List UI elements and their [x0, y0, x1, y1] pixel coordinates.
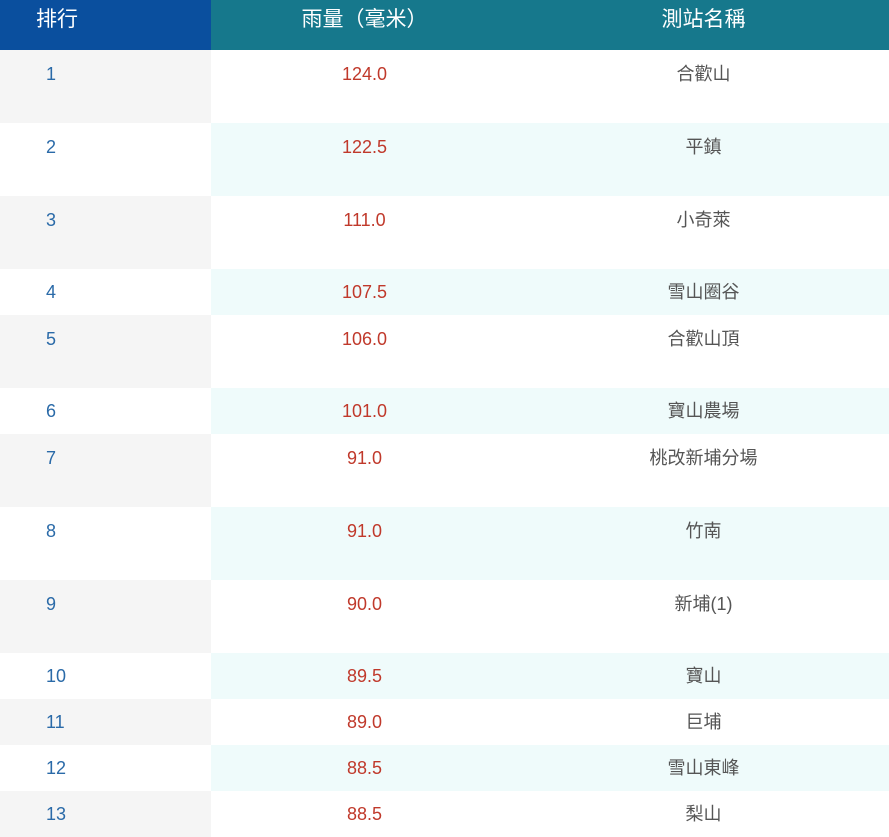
rainfall-cell: 124.0 — [211, 50, 518, 123]
header-station-name[interactable]: 測站名稱 — [518, 0, 889, 50]
station-cell: 合歡山頂 — [518, 315, 889, 388]
station-cell: 雪山圈谷 — [518, 269, 889, 315]
header-rank[interactable]: 排行 — [0, 0, 211, 50]
table-header: 排行 雨量（毫米） 測站名稱 — [0, 0, 889, 50]
table-row: 7 91.0 桃改新埔分場 — [0, 434, 889, 507]
table-row: 3 111.0 小奇萊 — [0, 196, 889, 269]
header-row: 排行 雨量（毫米） 測站名稱 — [0, 0, 889, 50]
header-rainfall[interactable]: 雨量（毫米） — [211, 0, 518, 50]
rainfall-cell: 89.5 — [211, 653, 518, 699]
rank-cell: 9 — [0, 580, 211, 653]
rainfall-cell: 88.5 — [211, 791, 518, 837]
table-row: 10 89.5 寶山 — [0, 653, 889, 699]
table-row: 4 107.5 雪山圈谷 — [0, 269, 889, 315]
rainfall-cell: 88.5 — [211, 745, 518, 791]
rainfall-cell: 91.0 — [211, 507, 518, 580]
station-cell: 平鎮 — [518, 123, 889, 196]
rank-cell: 7 — [0, 434, 211, 507]
rank-cell: 3 — [0, 196, 211, 269]
rank-cell: 11 — [0, 699, 211, 745]
rainfall-cell: 111.0 — [211, 196, 518, 269]
table-body: 1 124.0 合歡山 2 122.5 平鎮 3 111.0 小奇萊 4 107… — [0, 50, 889, 837]
rainfall-cell: 89.0 — [211, 699, 518, 745]
station-cell: 寶山農場 — [518, 388, 889, 434]
station-cell: 小奇萊 — [518, 196, 889, 269]
rainfall-cell: 122.5 — [211, 123, 518, 196]
rank-cell: 8 — [0, 507, 211, 580]
table-row: 1 124.0 合歡山 — [0, 50, 889, 123]
rainfall-cell: 101.0 — [211, 388, 518, 434]
rank-cell: 1 — [0, 50, 211, 123]
station-cell: 桃改新埔分場 — [518, 434, 889, 507]
table-row: 2 122.5 平鎮 — [0, 123, 889, 196]
station-cell: 合歡山 — [518, 50, 889, 123]
rank-cell: 2 — [0, 123, 211, 196]
table-row: 13 88.5 梨山 — [0, 791, 889, 837]
station-cell: 巨埔 — [518, 699, 889, 745]
table-row: 5 106.0 合歡山頂 — [0, 315, 889, 388]
table-row: 9 90.0 新埔(1) — [0, 580, 889, 653]
station-cell: 竹南 — [518, 507, 889, 580]
rank-cell: 10 — [0, 653, 211, 699]
station-cell: 新埔(1) — [518, 580, 889, 653]
station-cell: 梨山 — [518, 791, 889, 837]
station-cell: 雪山東峰 — [518, 745, 889, 791]
table-row: 6 101.0 寶山農場 — [0, 388, 889, 434]
table-row: 8 91.0 竹南 — [0, 507, 889, 580]
rank-cell: 12 — [0, 745, 211, 791]
rank-cell: 6 — [0, 388, 211, 434]
rainfall-cell: 90.0 — [211, 580, 518, 653]
rainfall-cell: 106.0 — [211, 315, 518, 388]
table-row: 12 88.5 雪山東峰 — [0, 745, 889, 791]
rainfall-cell: 91.0 — [211, 434, 518, 507]
rank-cell: 13 — [0, 791, 211, 837]
rainfall-ranking-table: 排行 雨量（毫米） 測站名稱 1 124.0 合歡山 2 122.5 平鎮 3 … — [0, 0, 889, 837]
station-cell: 寶山 — [518, 653, 889, 699]
rank-cell: 4 — [0, 269, 211, 315]
table-row: 11 89.0 巨埔 — [0, 699, 889, 745]
rainfall-cell: 107.5 — [211, 269, 518, 315]
rank-cell: 5 — [0, 315, 211, 388]
